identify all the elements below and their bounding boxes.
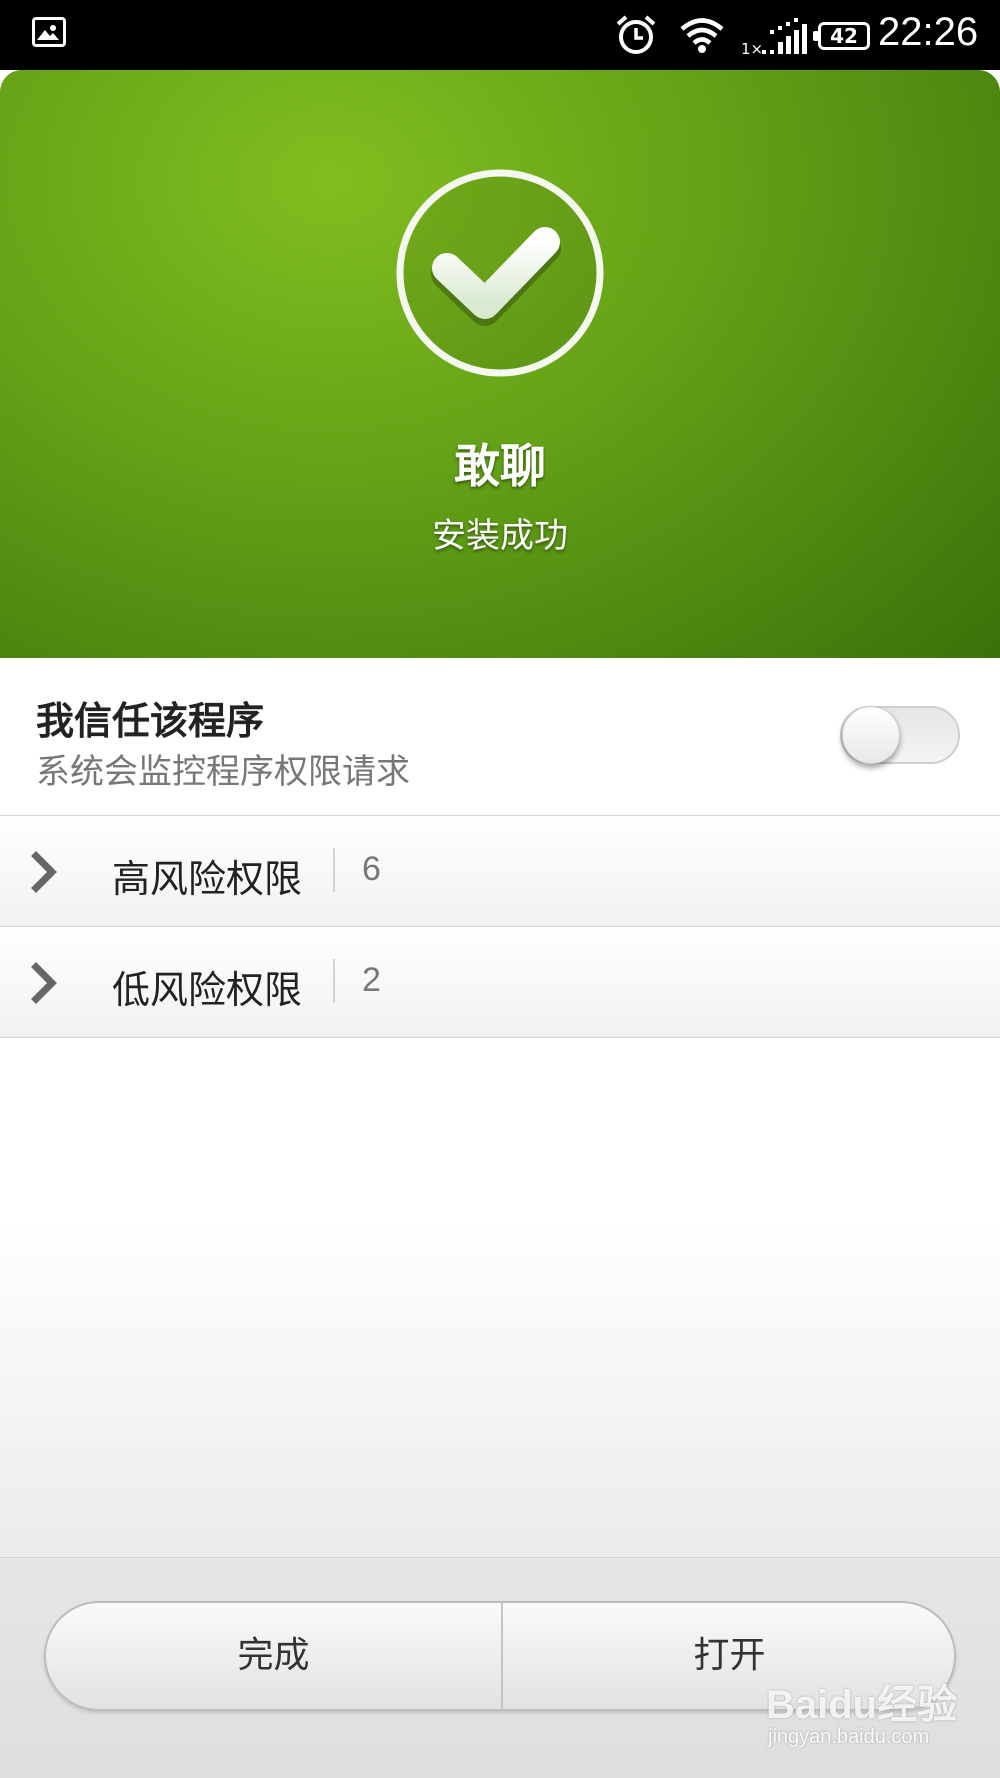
signal-icon: 1× xyxy=(741,18,807,58)
chevron-right-icon xyxy=(31,851,57,893)
battery-icon: 42 xyxy=(813,22,870,50)
battery-level: 42 xyxy=(830,24,858,48)
wifi-icon xyxy=(680,18,724,53)
permission-count: 2 xyxy=(362,961,381,999)
divider xyxy=(333,959,335,1003)
trust-app-row: 我信任该程序 系统会监控程序权限请求 xyxy=(0,658,1000,816)
install-result-header: 敢聊 安装成功 xyxy=(0,70,1000,658)
watermark-url: jingyan.baidu.com xyxy=(768,1726,930,1748)
watermark: Baidu经验 jingyan.baidu.com xyxy=(762,1668,962,1758)
chevron-right-icon xyxy=(31,962,57,1004)
empty-content-area xyxy=(0,1039,1000,1557)
checkmark-circle-icon xyxy=(396,169,604,377)
trust-title: 我信任该程序 xyxy=(36,699,265,743)
alarm-icon xyxy=(616,15,656,54)
gallery-icon xyxy=(32,17,66,47)
network-type-label: 1× xyxy=(741,40,763,58)
status-bar: 1× 42 22:26 xyxy=(0,0,1000,70)
permission-row-high-risk[interactable]: 高风险权限 6 xyxy=(0,816,1000,927)
toggle-knob[interactable] xyxy=(842,706,900,764)
trust-toggle[interactable] xyxy=(840,706,960,764)
divider xyxy=(333,848,335,892)
trust-description: 系统会监控程序权限请求 xyxy=(36,752,410,792)
clock: 22:26 xyxy=(878,10,979,54)
permission-row-low-risk[interactable]: 低风险权限 2 xyxy=(0,927,1000,1038)
install-status: 安装成功 xyxy=(432,516,568,556)
permission-count: 6 xyxy=(362,850,381,888)
permission-label: 高风险权限 xyxy=(112,857,303,901)
watermark-brand: Baidu经验 xyxy=(766,1683,958,1727)
permission-label: 低风险权限 xyxy=(112,968,303,1012)
done-button[interactable]: 完成 xyxy=(46,1603,503,1709)
app-name: 敢聊 xyxy=(454,439,546,493)
